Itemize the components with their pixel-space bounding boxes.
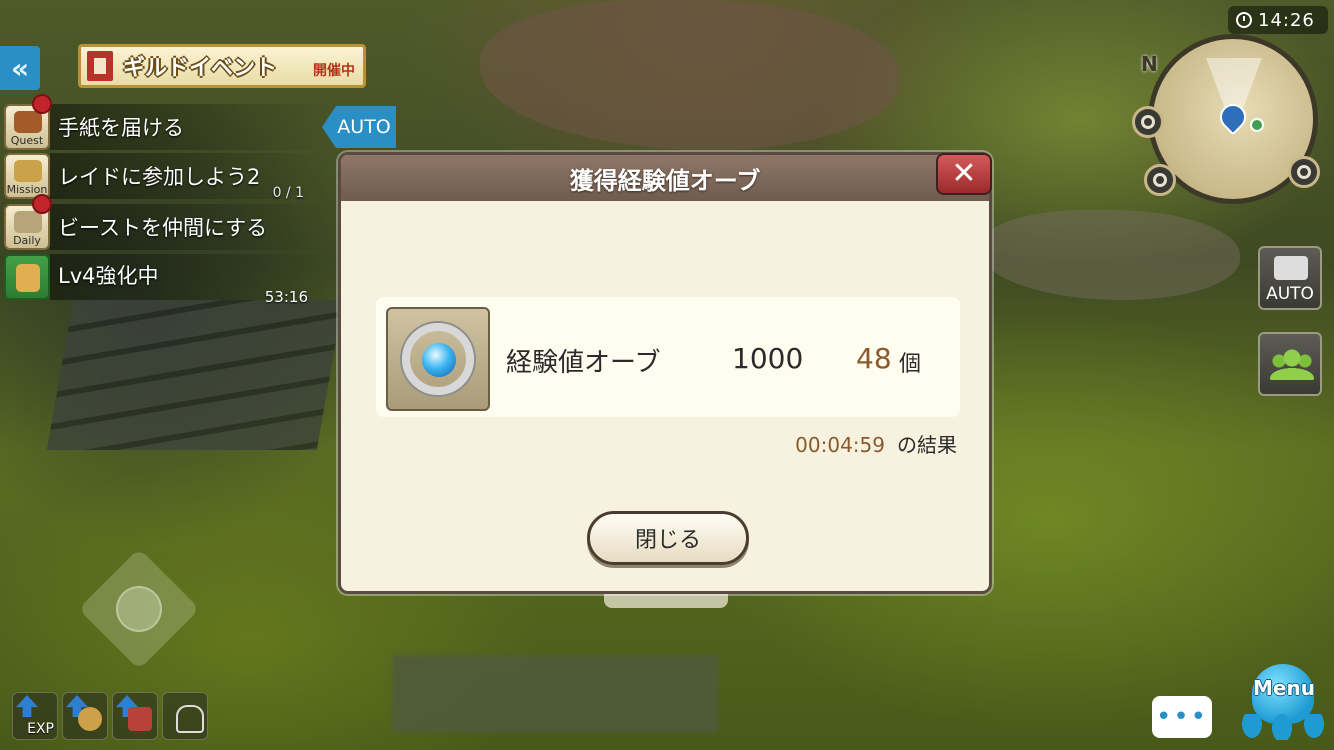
close-dialog-button[interactable]: 閉じる <box>587 511 749 565</box>
quest-item-quest[interactable]: Quest 手紙を届ける <box>4 94 334 150</box>
exp-orb-dialog: 獲得経験値オーブ 経験値オーブ 1000 48 個 00:04:59 の結果 閉… <box>338 152 992 594</box>
blurred-area <box>392 655 718 733</box>
item-count: 48 <box>856 342 892 375</box>
north-indicator: N <box>1141 52 1158 76</box>
chat-button[interactable]: ••• <box>1152 696 1212 738</box>
mission-icon: Mission <box>4 153 50 199</box>
mission-progress: 0 / 1 <box>272 185 304 201</box>
result-label: の結果 <box>897 433 957 457</box>
party-icon <box>1270 348 1314 380</box>
shield-buff-icon[interactable] <box>62 692 108 740</box>
menu-label: Menu <box>1253 676 1315 700</box>
map-character-icon[interactable] <box>1144 164 1176 196</box>
notification-badge <box>32 194 52 214</box>
camera-auto-button[interactable]: AUTO <box>1258 246 1322 310</box>
upgrade-text: Lv4強化中 <box>58 264 159 288</box>
party-button[interactable] <box>1258 332 1322 396</box>
joystick-center[interactable] <box>116 586 162 632</box>
clock-icon <box>1236 12 1252 28</box>
menu-button[interactable]: Menu <box>1236 660 1332 746</box>
item-value: 1000 <box>732 342 804 375</box>
guild-event-banner[interactable]: ギルドイベント 開催中 <box>78 44 366 88</box>
upgrade-house-icon <box>4 254 50 300</box>
double-chevron-left-icon: « <box>10 51 30 85</box>
back-button[interactable]: « <box>0 46 40 90</box>
daily-text: ビーストを仲間にする <box>58 216 268 240</box>
result-time: 00:04:59 <box>795 433 885 457</box>
auto-quest-button[interactable]: AUTO <box>322 106 396 148</box>
map-rotate-icon[interactable] <box>1288 156 1320 188</box>
upgrade-timer: 53:16 <box>264 288 308 306</box>
lantern-icon[interactable] <box>162 692 208 740</box>
dialog-header: 獲得経験値オーブ <box>341 155 989 201</box>
quest-item-daily[interactable]: Daily ビーストを仲間にする <box>4 194 334 250</box>
close-x-button[interactable]: ✕ <box>936 153 992 195</box>
map-zoom-icon[interactable] <box>1132 106 1164 138</box>
close-icon: ✕ <box>951 156 977 191</box>
guild-flag-icon <box>87 51 113 81</box>
boot-buff-icon[interactable] <box>112 692 158 740</box>
guild-event-status: 開催中 <box>313 63 355 79</box>
exp-buff-icon[interactable]: EXP <box>12 692 58 740</box>
close-dialog-label: 閉じる <box>634 528 701 553</box>
chat-icon: ••• <box>1155 702 1208 732</box>
guild-event-title: ギルドイベント <box>123 56 278 81</box>
reward-item-row: 経験値オーブ 1000 48 個 <box>376 297 960 417</box>
result-info: 00:04:59 の結果 <box>795 429 957 458</box>
quest-item-upgrade[interactable]: Lv4強化中 53:16 <box>4 254 334 306</box>
camera-auto-label: AUTO <box>1266 284 1314 304</box>
quest-item-mission[interactable]: Mission レイドに参加しよう2 0 / 1 <box>4 153 334 201</box>
item-name: 経験値オーブ <box>506 348 661 378</box>
mission-text: レイドに参加しよう2 <box>58 165 261 189</box>
notification-badge <box>32 94 52 114</box>
clock-time: 14:26 <box>1258 9 1315 31</box>
clock: 14:26 <box>1228 6 1328 34</box>
ally-marker-icon <box>1250 118 1264 132</box>
quest-text: 手紙を届ける <box>58 116 184 140</box>
exp-orb-icon <box>386 307 490 411</box>
camera-icon <box>1274 256 1308 280</box>
item-unit: 個 <box>899 352 922 377</box>
dialog-title: 獲得経験値オーブ <box>569 166 761 195</box>
auto-label: AUTO <box>337 116 391 138</box>
